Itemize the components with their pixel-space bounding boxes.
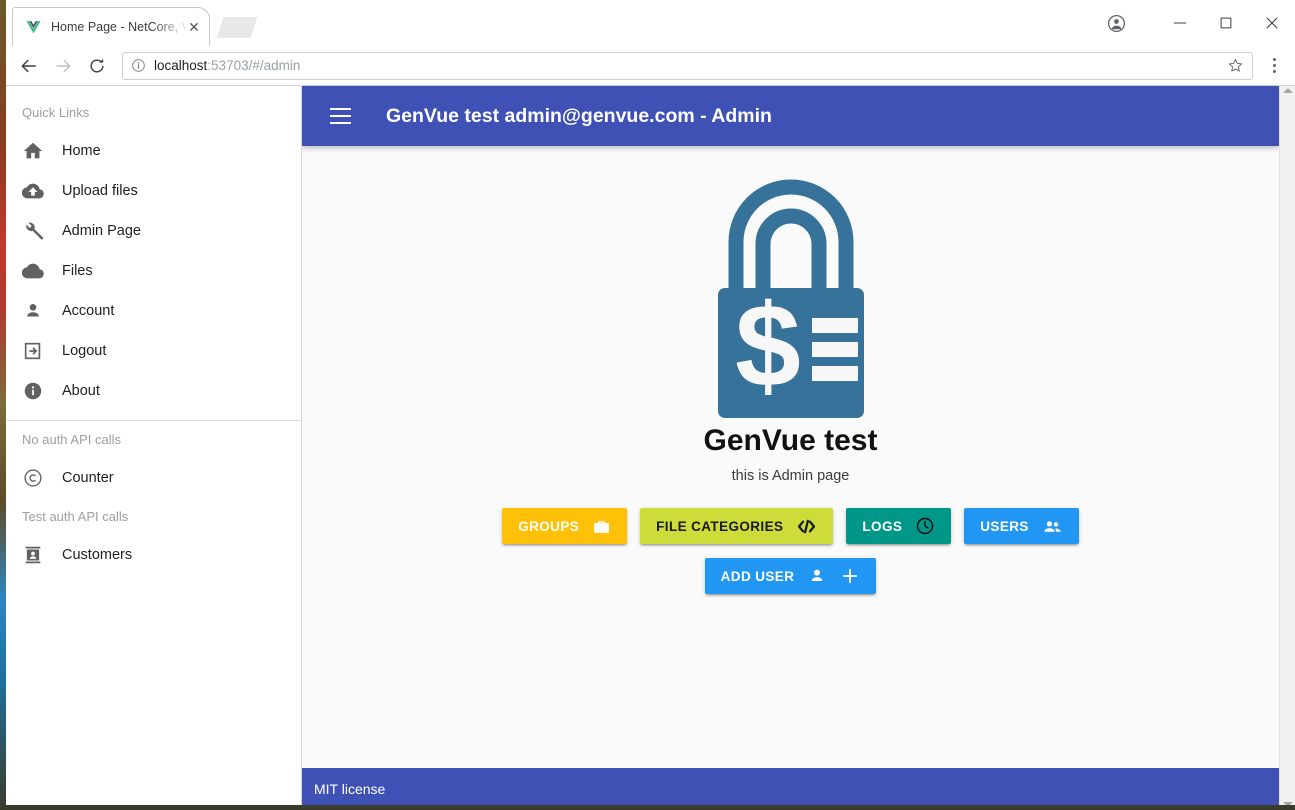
- sidebar-item-label: Upload files: [62, 183, 138, 199]
- page-title: GenVue test: [703, 424, 878, 457]
- sidebar-item-admin-page[interactable]: Admin Page: [6, 211, 301, 251]
- scroll-up-arrow-icon[interactable]: [1282, 88, 1293, 93]
- groups-button-label: GROUPS: [518, 518, 580, 534]
- app-title: GenVue test admin@genvue.com - Admin: [386, 104, 772, 127]
- app-footer: MIT license: [302, 768, 1279, 805]
- add-user-button[interactable]: ADD USER: [704, 558, 877, 594]
- sidebar-item-label: Admin Page: [62, 223, 141, 239]
- back-button[interactable]: [12, 49, 46, 83]
- tab-title: Home Page - NetCore, Vu: [51, 20, 185, 34]
- file-categories-button-label: FILE CATEGORIES: [656, 518, 784, 534]
- main-content: $ GenVue test this is Admin page GROUPS: [302, 146, 1279, 768]
- exit-to-app-icon: [22, 340, 62, 362]
- add-user-button-label: ADD USER: [720, 568, 795, 584]
- sidebar-section-label-no-auth: No auth API calls: [22, 432, 121, 447]
- minimize-button[interactable]: [1157, 7, 1203, 39]
- hamburger-menu-icon[interactable]: [318, 94, 362, 138]
- padlock-dollar-logo: $: [706, 170, 876, 418]
- new-tab-button[interactable]: [216, 17, 258, 38]
- person-icon: [22, 300, 62, 322]
- close-icon[interactable]: ✕: [185, 18, 203, 36]
- tab-strip: Home Page - NetCore, Vu ✕: [6, 0, 1295, 46]
- contact-badge-icon: [22, 544, 62, 566]
- page-viewport: Quick Links Home Upload files Admin Page: [6, 86, 1295, 805]
- add-user-row: ADD USER: [704, 558, 877, 594]
- sidebar-item-about[interactable]: About: [6, 371, 301, 411]
- window-controls: [1093, 0, 1295, 46]
- groups-button[interactable]: GROUPS: [502, 508, 628, 544]
- sidebar-item-logout[interactable]: Logout: [6, 331, 301, 371]
- logs-button[interactable]: LOGS: [846, 508, 952, 544]
- bookmark-star-icon[interactable]: [1227, 57, 1244, 74]
- sidebar-item-files[interactable]: Files: [6, 251, 301, 291]
- users-button-label: USERS: [980, 518, 1029, 534]
- page-scrollbar[interactable]: [1279, 86, 1295, 805]
- profile-avatar-icon[interactable]: [1093, 7, 1139, 39]
- sidebar-item-label: Files: [62, 263, 93, 279]
- users-button[interactable]: USERS: [964, 508, 1079, 544]
- navigation-drawer: Quick Links Home Upload files Admin Page: [6, 86, 302, 805]
- app-bar: GenVue test admin@genvue.com - Admin: [302, 86, 1279, 146]
- clock-icon: [915, 516, 935, 536]
- admin-action-buttons: GROUPS FILE CATEGORIES LOGS USERS: [502, 508, 1079, 544]
- scroll-down-arrow-icon[interactable]: [1282, 802, 1293, 805]
- home-icon: [22, 140, 62, 162]
- browser-window: Home Page - NetCore, Vu ✕ localhost:5370…: [6, 0, 1295, 805]
- svg-text:$: $: [735, 280, 801, 412]
- cloud-icon: [22, 260, 62, 282]
- url-host: localhost: [154, 58, 208, 73]
- app-container: GenVue test admin@genvue.com - Admin $ G…: [302, 86, 1279, 805]
- sidebar-section-label-quick-links: Quick Links: [22, 105, 90, 120]
- sidebar-item-home[interactable]: Home: [6, 131, 301, 171]
- sidebar-item-label: Counter: [62, 470, 114, 486]
- sidebar-item-label: Home: [62, 143, 101, 159]
- page-subtitle: this is Admin page: [731, 468, 850, 484]
- sidebar-section-label-test-auth: Test auth API calls: [22, 509, 129, 524]
- reload-button[interactable]: [80, 49, 114, 83]
- briefcase-icon: [592, 517, 611, 536]
- cloud-upload-icon: [22, 180, 62, 202]
- people-icon: [1042, 516, 1063, 537]
- browser-toolbar: localhost:53703/#/admin: [6, 46, 1295, 86]
- sidebar-item-customers[interactable]: Customers: [6, 535, 301, 575]
- sidebar-item-label: Logout: [62, 343, 107, 359]
- sidebar-item-upload-files[interactable]: Upload files: [6, 171, 301, 211]
- copyright-icon: [22, 467, 62, 489]
- info-circle-icon: [22, 380, 62, 402]
- browser-menu-button[interactable]: [1259, 49, 1289, 83]
- browser-tab[interactable]: Home Page - NetCore, Vu ✕: [12, 7, 210, 46]
- code-tags-icon: [796, 516, 817, 537]
- sidebar-item-label: About: [62, 383, 100, 399]
- file-categories-button[interactable]: FILE CATEGORIES: [640, 508, 834, 544]
- close-window-button[interactable]: [1249, 7, 1295, 39]
- url-text[interactable]: localhost:53703/#/admin: [154, 58, 1227, 73]
- footer-license-text: MIT license: [314, 780, 386, 797]
- address-bar[interactable]: localhost:53703/#/admin: [122, 51, 1253, 80]
- logs-button-label: LOGS: [862, 518, 903, 534]
- sidebar-item-counter[interactable]: Counter: [6, 458, 301, 498]
- url-path: :53703/#/admin: [207, 58, 301, 73]
- sidebar-item-account[interactable]: Account: [6, 291, 301, 331]
- vue-logo-icon: [25, 19, 42, 36]
- sidebar-item-label: Customers: [62, 547, 133, 563]
- wrench-icon: [22, 220, 62, 242]
- info-icon[interactable]: [131, 58, 146, 73]
- maximize-button[interactable]: [1203, 7, 1249, 39]
- forward-button[interactable]: [46, 49, 80, 83]
- plus-icon: [840, 566, 860, 586]
- sidebar-item-label: Account: [62, 303, 115, 319]
- person-add-icon: [807, 566, 827, 586]
